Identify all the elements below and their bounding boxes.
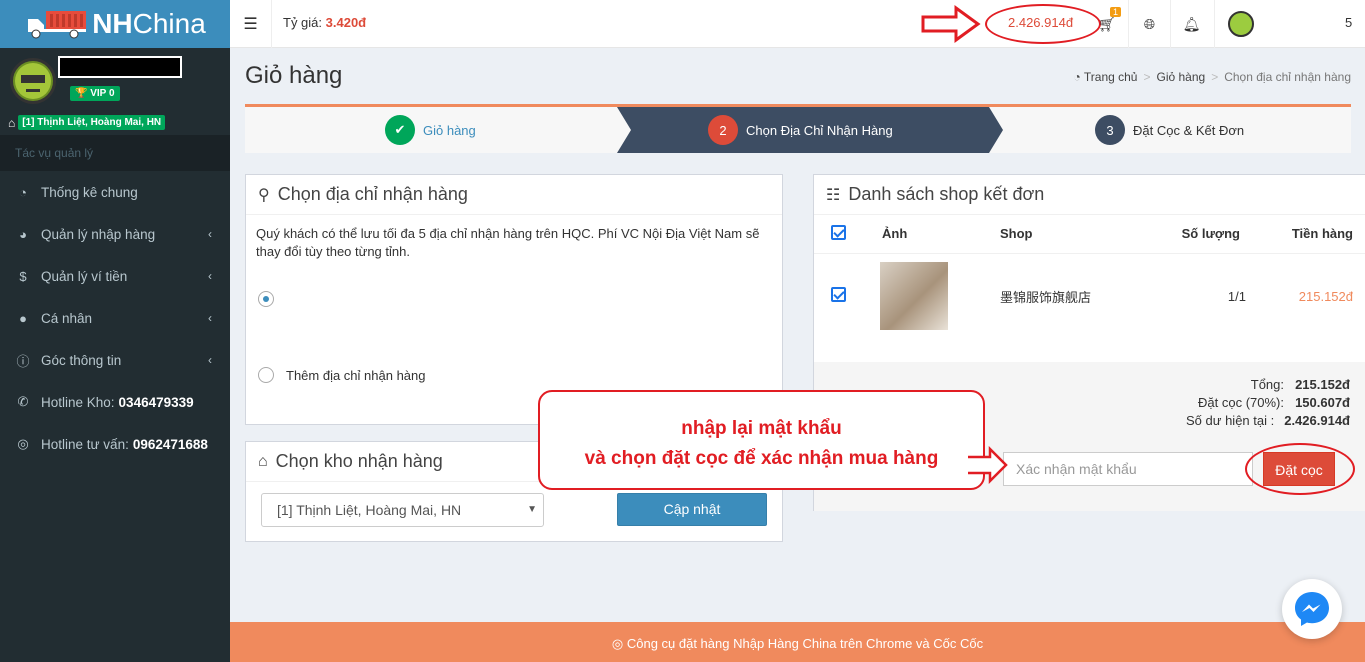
sidebar-item-wallet[interactable]: $ Quản lý ví tiền ‹ bbox=[0, 255, 230, 297]
check-icon: ✔ bbox=[385, 115, 415, 145]
page-title: Giỏ hàng bbox=[245, 62, 343, 89]
update-button[interactable]: Cập nhật bbox=[617, 493, 767, 526]
support-icon: ◎ bbox=[17, 436, 29, 451]
redacted-username bbox=[58, 56, 182, 78]
chevron-left-icon: ‹ bbox=[208, 311, 212, 325]
caret-down-icon: ▼ bbox=[527, 504, 537, 515]
address-box-header: ⚲ Chọn địa chỉ nhận hàng bbox=[246, 175, 782, 215]
footer-text[interactable]: Công cụ đặt hàng Nhập Hàng China trên Ch… bbox=[627, 636, 983, 651]
address-radio-1[interactable] bbox=[258, 291, 274, 307]
footer: ◎ Công cụ đặt hàng Nhập Hàng China trên … bbox=[230, 622, 1365, 662]
exchange-rate: Tỷ giá: 3.420đ bbox=[283, 15, 367, 30]
logo[interactable]: NHChina bbox=[0, 0, 230, 48]
step-cart[interactable]: ✔ Giỏ hàng bbox=[385, 107, 476, 153]
sidebar-item-orders[interactable]: ◕ Quản lý nhập hàng ‹ bbox=[0, 213, 230, 255]
sidebar-item-hotline-support[interactable]: ◎ Hotline tư vấn: 0962471688 bbox=[0, 423, 230, 465]
add-address-label[interactable]: Thêm địa chỉ nhận hàng bbox=[286, 368, 425, 383]
breadcrumb-cart[interactable]: Giỏ hàng bbox=[1157, 70, 1206, 84]
password-confirm-input[interactable]: Xác nhận mật khẩu bbox=[1003, 452, 1253, 486]
balance-amount[interactable]: 2.426.914đ bbox=[1008, 15, 1073, 30]
step-deposit[interactable]: 3 Đặt Cọc & Kết Đơn bbox=[1095, 107, 1244, 153]
bell-icon: 🔔︎ bbox=[1182, 15, 1201, 32]
pie-chart-icon: ◕ bbox=[19, 226, 27, 242]
step-address[interactable]: 2 Chọn Địa Chỉ Nhận Hàng bbox=[708, 107, 893, 153]
home-icon: ⌂ bbox=[258, 452, 268, 470]
shop-amount: 215.152đ bbox=[1298, 288, 1353, 304]
chrome-icon: ◎ bbox=[611, 636, 624, 651]
shop-quantity: 1/1 bbox=[1227, 288, 1246, 304]
sidebar: NHChina 🏆 VIP 0 ⌂ [1] Thịnh Liệt, Hoàng … bbox=[0, 0, 230, 662]
phone-icon: ✆ bbox=[17, 394, 29, 409]
summary-balance: Số dư hiện tại :2.426.914đ bbox=[1186, 413, 1350, 428]
user-avatar-small[interactable] bbox=[1228, 11, 1254, 37]
breadcrumb-home[interactable]: Trang chủ bbox=[1084, 70, 1138, 84]
dollar-icon: $ bbox=[19, 268, 27, 284]
address-badge: ⌂ [1] Thịnh Liệt, Hoàng Mai, HN bbox=[8, 115, 166, 130]
globe-icon: 🌐︎ bbox=[1143, 15, 1156, 32]
user-avatar bbox=[10, 58, 56, 104]
product-thumbnail[interactable] bbox=[880, 262, 948, 331]
select-all-checkbox[interactable] bbox=[830, 224, 846, 240]
map-marker-icon: ⚲ bbox=[258, 186, 270, 204]
breadcrumb-current: Chọn địa chỉ nhận hàng bbox=[1224, 70, 1351, 84]
user-icon: ● bbox=[19, 310, 27, 326]
summary-deposit: Đặt cọc (70%): 150.607đ bbox=[1198, 395, 1350, 410]
table-row: 墨锦服饰旗舰店 1/1 215.152đ bbox=[814, 253, 1365, 339]
sidebar-item-info[interactable]: ⓘ Góc thông tin ‹ bbox=[0, 339, 230, 381]
chevron-left-icon: ‹ bbox=[208, 353, 212, 367]
shop-name[interactable]: 墨锦服饰旗舰店 bbox=[972, 253, 1132, 339]
summary-total: Tổng: 215.152đ bbox=[1250, 377, 1350, 392]
sidebar-item-dashboard[interactable]: ◔ Thống kê chung bbox=[0, 171, 230, 213]
info-icon: ⓘ bbox=[16, 353, 30, 369]
chevron-left-icon: ‹ bbox=[208, 269, 212, 283]
messenger-icon bbox=[1295, 592, 1329, 626]
home-icon: ⌂ bbox=[8, 115, 16, 130]
cart-icon: 🛒︎ bbox=[1098, 15, 1116, 32]
arrow-annotation-icon bbox=[921, 5, 981, 43]
dashboard-icon: ◔ bbox=[19, 184, 27, 200]
breadcrumb: ◔ Trang chủ > Giỏ hàng > Chọn địa chỉ nhận h… bbox=[1073, 70, 1351, 84]
add-address-radio[interactable] bbox=[258, 367, 274, 383]
vip-badge: 🏆 VIP 0 bbox=[70, 86, 120, 101]
main-content: Giỏ hàng ◔ Trang chủ > Giỏ hàng > Chọn địa c… bbox=[230, 48, 1365, 622]
sidebar-item-hotline-warehouse[interactable]: ✆ Hotline Kho: 0346479339 bbox=[0, 381, 230, 423]
col-shop: Shop bbox=[972, 215, 1132, 254]
address-note: Quý khách có thể lưu tối đa 5 địa chỉ nh… bbox=[256, 226, 760, 259]
col-amount: Tiền hàng bbox=[1252, 215, 1365, 254]
callout-arrow-icon bbox=[968, 446, 1008, 484]
list-icon: ☷ bbox=[826, 186, 841, 204]
user-menu-number[interactable]: 5 bbox=[1345, 15, 1352, 30]
checkout-steps: ✔ Giỏ hàng 2 Chọn Địa Chỉ Nhận Hàng 3 Đặ… bbox=[245, 104, 1351, 153]
sidebar-section-header: Tác vụ quản lý bbox=[0, 135, 230, 171]
messenger-chat-button[interactable] bbox=[1282, 579, 1342, 639]
menu-toggle-icon[interactable]: ☰ bbox=[230, 0, 272, 48]
language-button[interactable]: 🌐︎ bbox=[1128, 0, 1170, 48]
brand-name: NHChina bbox=[92, 8, 206, 39]
notifications-button[interactable]: 🔔︎ bbox=[1170, 0, 1212, 48]
chevron-left-icon: ‹ bbox=[208, 227, 212, 241]
shop-table: Ảnh Shop Số lượng Tiền hàng 墨锦服饰旗舰店 1/1 … bbox=[814, 215, 1365, 339]
address-box: ⚲ Chọn địa chỉ nhận hàng Quý khách có thể… bbox=[245, 174, 783, 425]
warehouse-select[interactable]: [1] Thịnh Liệt, Hoàng Mai, HN ▼ bbox=[261, 493, 544, 527]
instruction-callout: nhập lại mật khẩu và chọn đặt cọc để xác… bbox=[538, 390, 985, 490]
top-navbar: ☰ Tỷ giá: 3.420đ 2.426.914đ 🛒︎ 1 🌐︎ 🔔︎ 5 bbox=[230, 0, 1365, 48]
shop-list-header: ☷ Danh sách shop kết đơn bbox=[814, 175, 1365, 215]
dashboard-icon: ◔ bbox=[1073, 70, 1081, 84]
user-menu-divider bbox=[1214, 0, 1215, 48]
truck-icon bbox=[28, 11, 87, 39]
cart-button[interactable]: 🛒︎ 1 bbox=[1086, 0, 1128, 48]
col-quantity: Số lượng bbox=[1132, 215, 1252, 254]
row-checkbox[interactable] bbox=[830, 287, 846, 303]
step-divider bbox=[245, 107, 246, 108]
col-image: Ảnh bbox=[862, 215, 972, 254]
table-header-row: Ảnh Shop Số lượng Tiền hàng bbox=[814, 215, 1365, 254]
deposit-highlight bbox=[1245, 443, 1355, 495]
cart-count: 1 bbox=[1110, 7, 1122, 17]
sidebar-item-profile[interactable]: ● Cá nhân ‹ bbox=[0, 297, 230, 339]
